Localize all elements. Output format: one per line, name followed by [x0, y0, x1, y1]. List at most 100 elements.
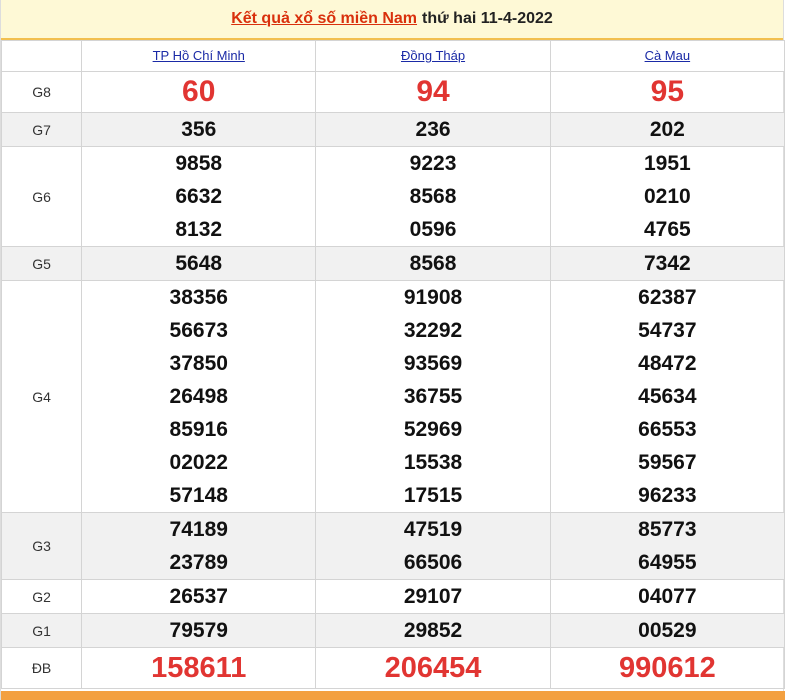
- prize-number: 00529: [638, 619, 697, 642]
- prize-number: 47519: [403, 518, 463, 541]
- prize-number: 38356: [169, 286, 228, 309]
- prize-number: 66506: [403, 551, 463, 574]
- prize-number: 6632: [175, 185, 223, 208]
- province-header: TP Hồ Chí Minh: [81, 40, 317, 72]
- prize-number: 85773: [638, 518, 697, 541]
- province-header: Đồng Tháp: [315, 40, 551, 72]
- prize-number: 17515: [403, 484, 463, 507]
- prize-number: 356: [181, 118, 217, 141]
- prize-cell: 62387 54737 48472 45634 66553 59567 96233: [549, 280, 786, 513]
- results-title: Kết quả xổ số miền Nam thứ hai 11-4-2022: [1, 0, 783, 40]
- prize-number: 4765: [643, 218, 691, 241]
- prize-number: 45634: [638, 385, 697, 408]
- prize-label: G8: [0, 71, 83, 113]
- prize-cell: 8568: [315, 246, 551, 281]
- prize-label: G3: [0, 512, 83, 580]
- prize-number: 96233: [638, 484, 697, 507]
- prize-number: 57148: [169, 484, 228, 507]
- prize-label: G2: [0, 579, 83, 614]
- prize-number: 93569: [403, 352, 463, 375]
- prize-number: 56673: [169, 319, 228, 342]
- results-panel: Kết quả xổ số miền Nam thứ hai 11-4-2022…: [0, 0, 786, 700]
- prize-number: 62387: [638, 286, 697, 309]
- prize-cell: 85773 64955: [549, 512, 786, 580]
- prize-cell: 1951 0210 4765: [549, 146, 786, 247]
- prize-number: 9858: [175, 152, 223, 175]
- prize-cell: 29107: [315, 579, 551, 614]
- prize-number: 37850: [169, 352, 228, 375]
- prize-cell: 356: [81, 112, 317, 147]
- prize-number: 1951: [643, 152, 691, 175]
- prize-cell: 74189 23789: [81, 512, 317, 580]
- prize-row-g6: G6 9858 6632 8132 9223 8568 0596 1951 0210 4765: [0, 146, 786, 247]
- prize-row-g4: G4 38356 56673 37850 26498 85916 02022 57148 919…: [0, 280, 786, 513]
- prize-number: 7342: [643, 252, 691, 275]
- prize-number: 95: [650, 75, 685, 108]
- prize-number: 64955: [638, 551, 697, 574]
- province-link-dong-thap[interactable]: Đồng Tháp: [401, 48, 465, 63]
- prize-cell: 158611: [81, 647, 317, 689]
- prize-cell: 990612: [549, 647, 786, 689]
- prize-number: 02022: [169, 451, 228, 474]
- prize-row-g3: G3 74189 23789 47519 66506 85773 64955: [0, 512, 786, 580]
- bottom-bar: [1, 691, 785, 700]
- prize-label: G7: [0, 112, 83, 147]
- prize-number: 990612: [618, 652, 716, 684]
- prize-row-g5: G5 5648 8568 7342: [0, 246, 786, 281]
- prize-number: 59567: [638, 451, 697, 474]
- prize-cell: 7342: [549, 246, 786, 281]
- prize-rows: G8 60 94 95 G7 356 236 202 G6 9858 6632 8132 9223 856…: [0, 71, 786, 689]
- prize-label: G1: [0, 613, 83, 648]
- province-header: Cà Mau: [549, 40, 786, 72]
- prize-cell: 26537: [81, 579, 317, 614]
- prize-number: 9223: [409, 152, 457, 175]
- prize-number: 36755: [403, 385, 463, 408]
- prize-label: G4: [0, 280, 83, 513]
- prize-number: 23789: [169, 551, 228, 574]
- prize-number: 85916: [169, 418, 228, 441]
- prize-cell: 95: [549, 71, 786, 113]
- prize-number: 0596: [409, 218, 457, 241]
- prize-row-g8: G8 60 94 95: [0, 71, 786, 113]
- prize-cell: 04077: [549, 579, 786, 614]
- prize-cell: 94: [315, 71, 551, 113]
- prize-number: 202: [649, 118, 685, 141]
- prize-number: 158611: [151, 652, 247, 684]
- prize-row-g7: G7 356 236 202: [0, 112, 786, 147]
- prize-number: 236: [415, 118, 451, 141]
- prize-number: 8132: [175, 218, 223, 241]
- results-table: TP Hồ Chí Minh Đồng Tháp Cà Mau G8 60 94 95…: [0, 40, 786, 689]
- province-link-ca-mau[interactable]: Cà Mau: [645, 48, 691, 63]
- prize-number: 26537: [169, 585, 228, 608]
- prize-cell: 60: [81, 71, 317, 113]
- title-date: thứ hai 11-4-2022: [422, 10, 553, 27]
- prize-label: ĐB: [0, 647, 83, 689]
- prize-number: 94: [416, 75, 450, 108]
- prize-row-g2: G2 26537 29107 04077: [0, 579, 786, 614]
- prize-cell: 91908 32292 93569 36755 52969 15538 17515: [315, 280, 551, 513]
- title-region-link[interactable]: Kết quả xổ số miền Nam: [231, 10, 417, 28]
- prize-number: 8568: [409, 185, 457, 208]
- prize-number: 15538: [403, 451, 463, 474]
- prize-cell: 79579: [81, 613, 317, 648]
- prize-row-đb: ĐB 158611 206454 990612: [0, 647, 786, 689]
- prize-cell: 9223 8568 0596: [315, 146, 551, 247]
- prize-cell: 38356 56673 37850 26498 85916 02022 57148: [81, 280, 317, 513]
- prize-cell: 9858 6632 8132: [81, 146, 317, 247]
- prize-cell: 29852: [315, 613, 551, 648]
- prize-number: 29852: [403, 619, 463, 642]
- prize-label: G5: [0, 246, 83, 281]
- prize-number: 32292: [403, 319, 463, 342]
- province-header-row: TP Hồ Chí Minh Đồng Tháp Cà Mau: [0, 40, 786, 72]
- prize-number: 79579: [169, 619, 228, 642]
- prize-cell: 202: [549, 112, 786, 147]
- header-blank: [0, 40, 83, 72]
- province-link-hcm[interactable]: TP Hồ Chí Minh: [153, 48, 245, 63]
- prize-number: 91908: [403, 286, 463, 309]
- prize-number: 29107: [403, 585, 463, 608]
- prize-number: 8568: [409, 252, 457, 275]
- prize-number: 0210: [643, 185, 691, 208]
- prize-number: 52969: [403, 418, 463, 441]
- prize-number: 5648: [175, 252, 223, 275]
- prize-number: 206454: [384, 652, 482, 684]
